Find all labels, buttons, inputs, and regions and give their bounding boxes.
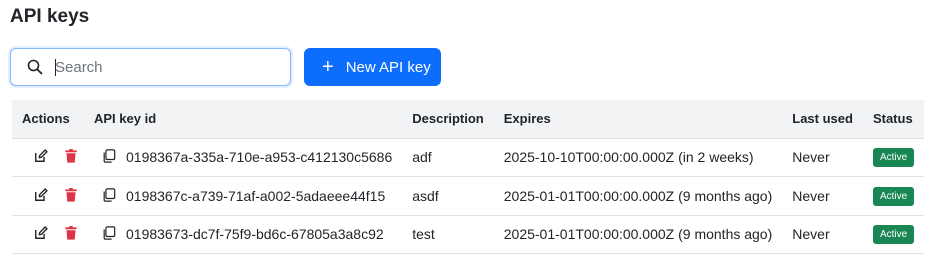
header-status[interactable]: Status (862, 100, 925, 139)
page-title: API keys (10, 6, 90, 27)
new-api-key-button[interactable]: + New API key (304, 48, 441, 86)
edit-icon[interactable] (34, 226, 50, 242)
search-icon (27, 59, 43, 75)
new-api-key-label: New API key (345, 58, 431, 76)
last-used-cell: Never (782, 138, 863, 177)
trash-icon[interactable] (64, 226, 80, 242)
search-box[interactable] (10, 48, 291, 86)
description-cell: adf (402, 138, 494, 177)
plus-icon: + (322, 56, 334, 78)
status-badge: Active (872, 186, 915, 206)
text-caret (55, 59, 56, 76)
description-cell: asdf (402, 176, 494, 216)
table-row: 01983673-dc7f-75f9-bd6c-67805a3a8c92 tes… (12, 215, 925, 254)
copy-icon[interactable] (102, 226, 118, 242)
status-badge: Active (872, 225, 915, 245)
table-row: 0198367a-335a-710e-a953-c412130c5686 adf… (12, 138, 925, 177)
description-cell: test (402, 215, 494, 254)
expires-cell: 2025-10-10T00:00:00.000Z (in 2 weeks) (493, 138, 783, 177)
last-used-cell: Never (782, 176, 863, 216)
trash-icon[interactable] (64, 149, 80, 165)
header-actions[interactable]: Actions (12, 100, 90, 139)
table-row: 0198367c-a739-71af-a002-5adaeee44f15 asd… (12, 176, 925, 216)
key-id: 0198367c-a739-71af-a002-5adaeee44f15 (126, 187, 386, 204)
expires-cell: 2025-01-01T00:00:00.000Z (9 months ago) (493, 176, 783, 216)
table-header-row: Actions API key id Description Expires L… (12, 100, 925, 139)
api-keys-table: Actions API key id Description Expires L… (12, 100, 925, 254)
status-badge: Active (872, 148, 915, 168)
copy-icon[interactable] (102, 149, 118, 165)
key-id: 01983673-dc7f-75f9-bd6c-67805a3a8c92 (126, 226, 384, 243)
edit-icon[interactable] (34, 149, 50, 165)
copy-icon[interactable] (102, 188, 118, 204)
expires-cell: 2025-01-01T00:00:00.000Z (9 months ago) (493, 215, 783, 254)
header-description[interactable]: Description (402, 100, 494, 139)
last-used-cell: Never (782, 215, 863, 254)
search-input[interactable] (55, 56, 283, 78)
key-id: 0198367a-335a-710e-a953-c412130c5686 (126, 149, 393, 166)
trash-icon[interactable] (64, 187, 80, 204)
header-expires[interactable]: Expires (493, 100, 783, 139)
header-key-id[interactable]: API key id (90, 100, 403, 139)
header-last-used[interactable]: Last used (782, 100, 863, 139)
edit-icon[interactable] (34, 188, 50, 204)
